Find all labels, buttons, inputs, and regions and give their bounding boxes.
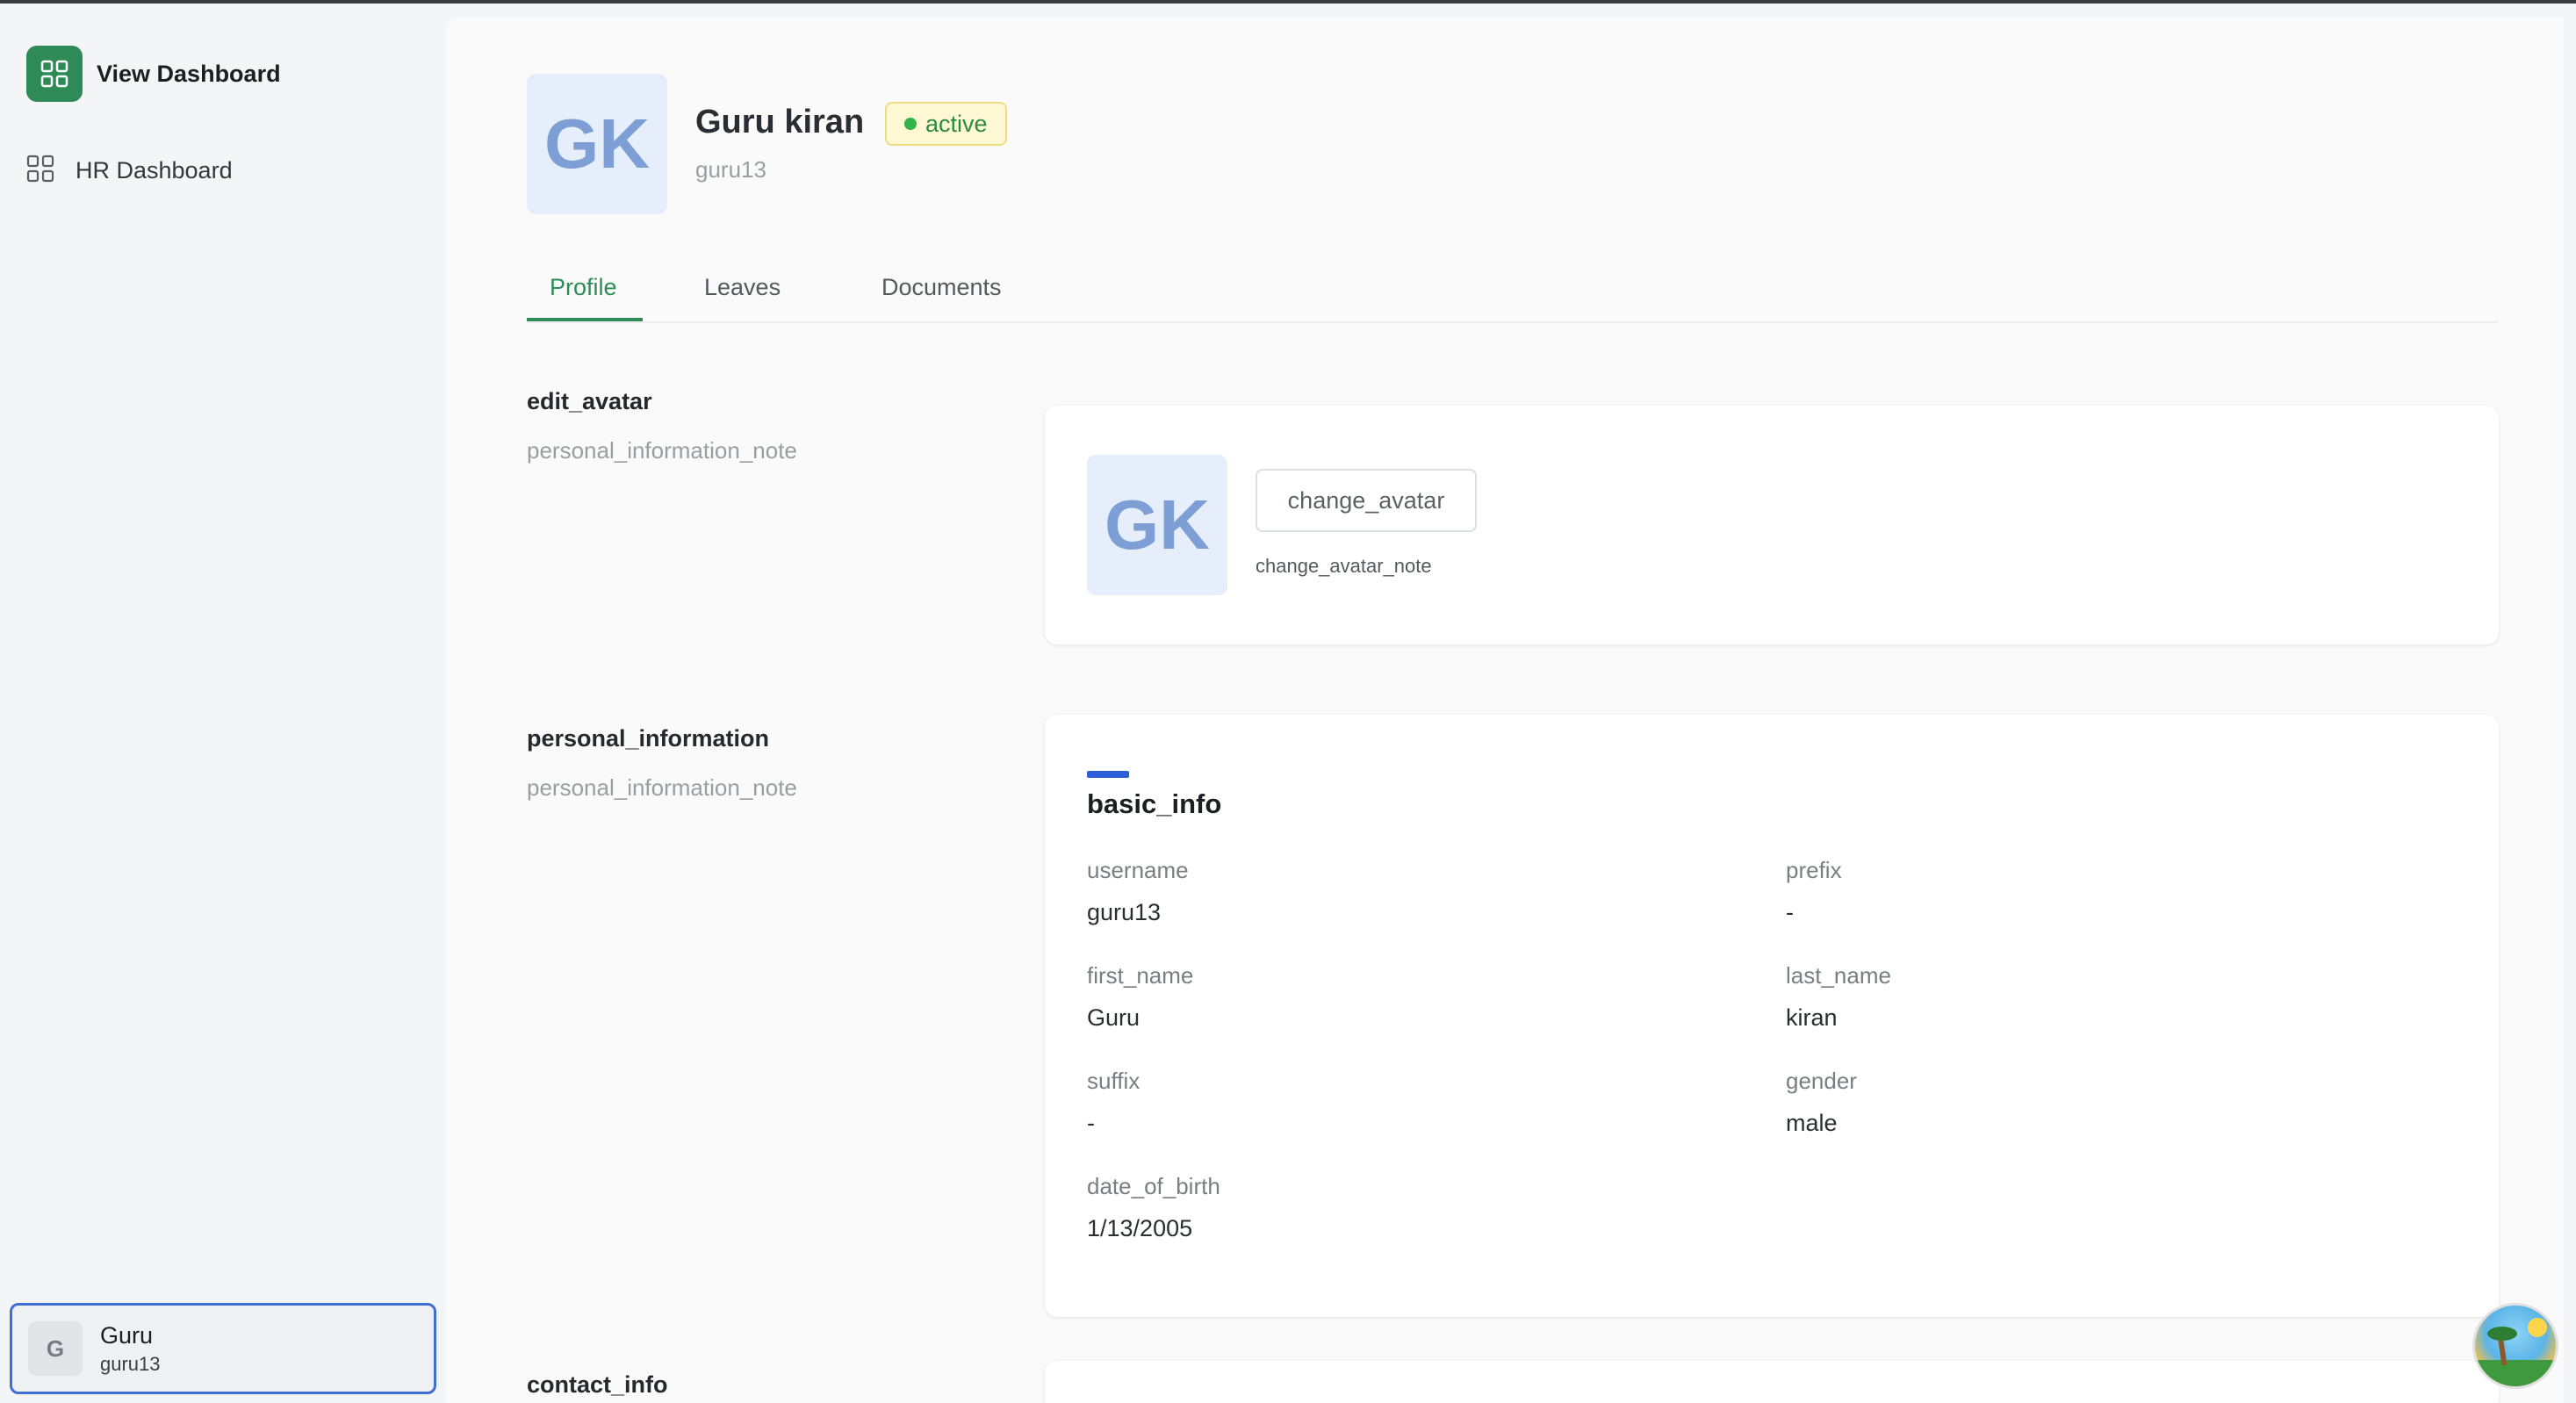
field-label-username: username: [1087, 857, 1189, 883]
sidebar: View Dashboard HR Dashboard G Guru guru1…: [0, 4, 446, 1403]
field-value-gender: male: [1786, 1110, 1838, 1136]
palm-leaf-icon: [2487, 1327, 2517, 1341]
avatar-preview: GK: [1087, 455, 1227, 595]
status-badge: active: [885, 102, 1007, 146]
field-value-last-name: kiran: [1786, 1004, 1838, 1031]
brand-title: View Dashboard: [97, 60, 281, 87]
field-value-username: guru13: [1087, 899, 1162, 925]
section-accent-bar: [1087, 771, 1129, 778]
sidebar-item-label: HR Dashboard: [76, 157, 233, 183]
view-dashboard-link[interactable]: View Dashboard: [26, 46, 281, 102]
dashboard-grid-icon: [26, 46, 83, 102]
change-avatar-button[interactable]: change_avatar: [1256, 469, 1477, 532]
tab-documents[interactable]: Documents: [881, 274, 1002, 301]
contact-info-title: contact_info: [527, 1371, 668, 1398]
profile-name: Guru kiran: [695, 104, 865, 140]
edit-avatar-note: personal_information_note: [527, 437, 797, 464]
field-label-date-of-birth: date_of_birth: [1087, 1173, 1220, 1199]
field-label-last-name: last_name: [1786, 962, 1891, 989]
avatar-card: GK change_avatar change_avatar_note: [1045, 406, 2499, 644]
sidebar-item-hr-dashboard[interactable]: HR Dashboard: [26, 155, 233, 187]
status-dot-icon: [904, 118, 917, 130]
field-label-suffix: suffix: [1087, 1068, 1140, 1094]
tab-leaves[interactable]: Leaves: [704, 274, 781, 301]
contact-info-card: [1045, 1361, 2499, 1403]
active-tab-indicator: [527, 318, 643, 321]
status-label: active: [925, 110, 988, 137]
personal-information-title: personal_information: [527, 725, 770, 752]
user-avatar: G: [28, 1321, 83, 1376]
field-label-prefix: prefix: [1786, 857, 1842, 883]
tab-profile[interactable]: Profile: [550, 274, 617, 301]
profile-handle: guru13: [695, 156, 766, 183]
floating-assistant-button[interactable]: [2472, 1303, 2558, 1389]
personal-information-note: personal_information_note: [527, 774, 797, 801]
edit-avatar-title: edit_avatar: [527, 388, 652, 414]
profile-tabs: Profile Leaves Documents: [527, 256, 2499, 323]
user-account-card[interactable]: G Guru guru13: [10, 1303, 436, 1394]
field-value-first-name: Guru: [1087, 1004, 1140, 1031]
basic-info-title: basic_info: [1087, 788, 1222, 819]
main-content: GK Guru kiran active guru13 Profile Leav…: [446, 18, 2564, 1403]
field-label-gender: gender: [1786, 1068, 1857, 1094]
field-value-date-of-birth: 1/13/2005: [1087, 1215, 1193, 1241]
user-handle: guru13: [100, 1352, 161, 1375]
profile-avatar: GK: [527, 74, 667, 214]
change-avatar-note: change_avatar_note: [1256, 555, 1432, 577]
user-name: Guru: [100, 1321, 154, 1349]
island-icon: [2475, 1360, 2556, 1386]
basic-info-card: basic_info username guru13 prefix - firs…: [1045, 715, 2499, 1317]
field-value-suffix: -: [1087, 1110, 1095, 1136]
field-label-first-name: first_name: [1087, 962, 1194, 989]
user-text: Guru guru13: [100, 1322, 161, 1376]
hr-dashboard-grid-icon: [26, 155, 54, 187]
sun-icon: [2528, 1318, 2547, 1337]
field-value-prefix: -: [1786, 899, 1794, 925]
